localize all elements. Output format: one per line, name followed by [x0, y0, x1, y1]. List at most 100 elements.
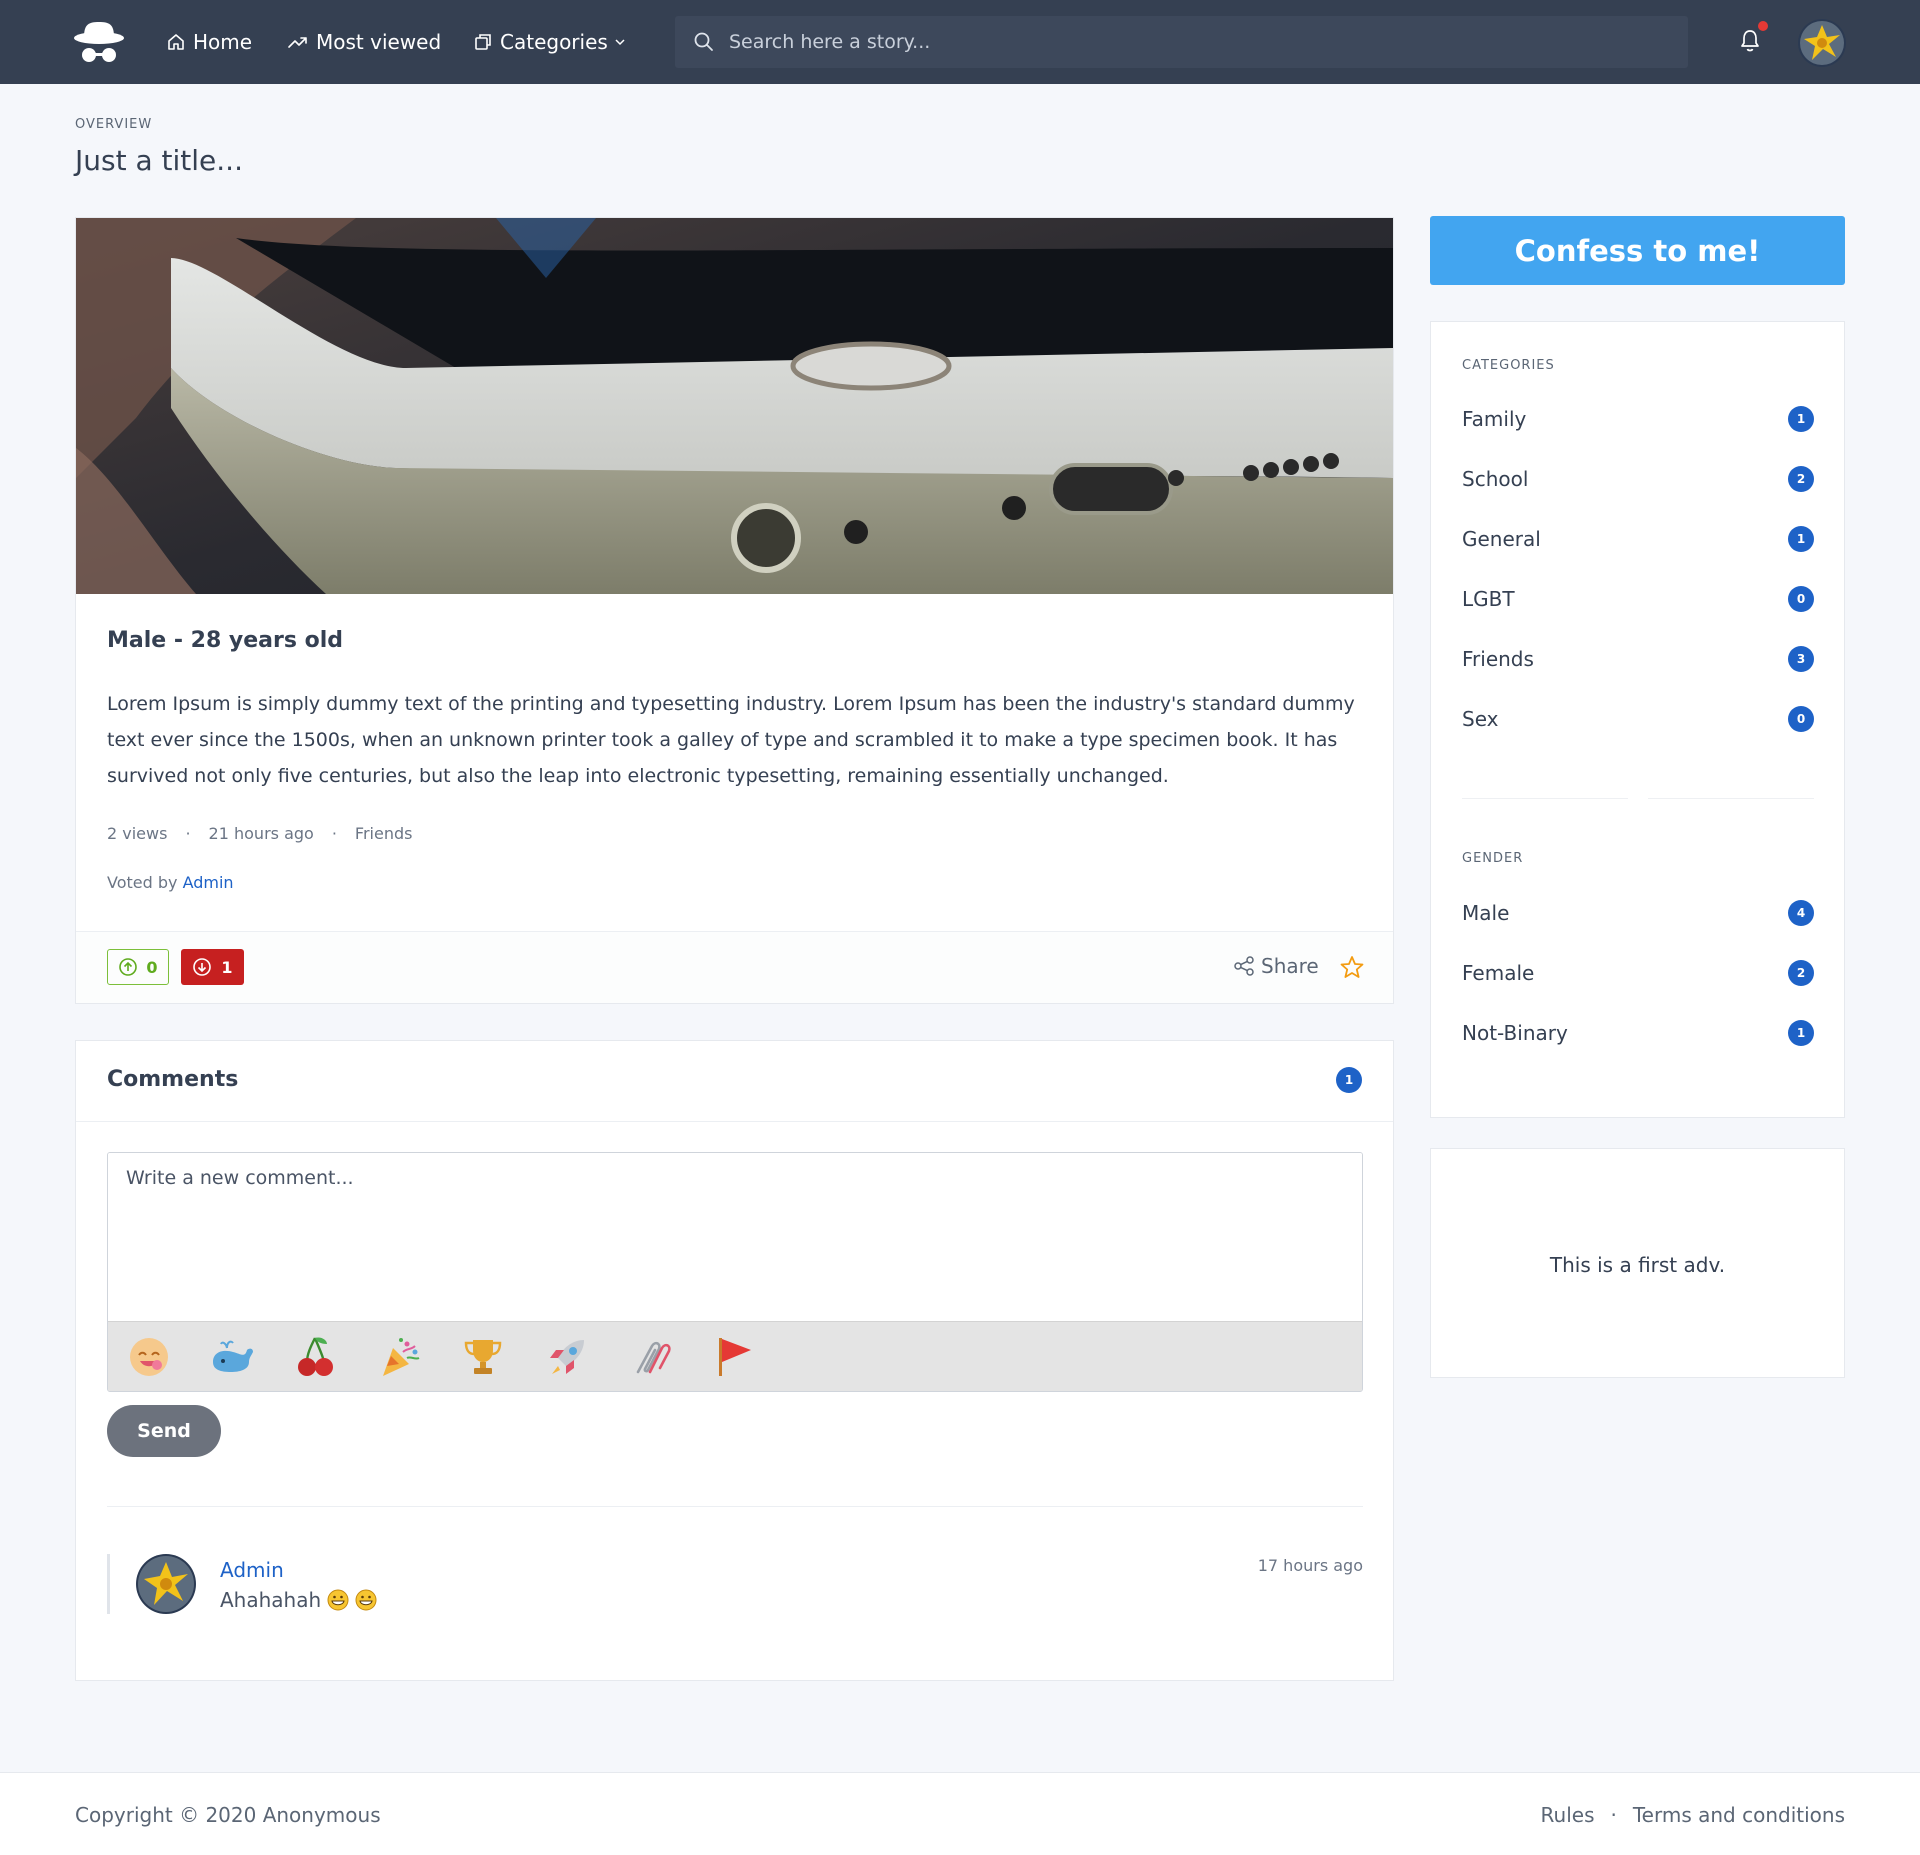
comment-textarea[interactable] [108, 1153, 1362, 1321]
divider [1648, 798, 1814, 799]
confess-button[interactable]: Confess to me! [1430, 216, 1845, 285]
upvote-button[interactable]: 0 [107, 949, 169, 985]
category-name: School [1462, 467, 1529, 491]
gender-name: Not-Binary [1462, 1021, 1568, 1045]
voted-by-user-link[interactable]: Admin [183, 873, 234, 892]
comment-body: Ahahahah [220, 1588, 322, 1612]
grinning-face-icon [355, 1589, 377, 1611]
arrow-down-circle-icon [193, 958, 212, 976]
gender-heading: GENDER [1462, 851, 1524, 866]
story-meta: 2 views · 21 hours ago · Friends [107, 824, 412, 843]
story-heading: Male - 28 years old [107, 628, 344, 653]
sidebar-category-general[interactable]: General 1 [1462, 526, 1814, 552]
story-image [76, 218, 1393, 594]
nav-most-viewed-label: Most viewed [316, 30, 442, 54]
notification-dot [1758, 21, 1768, 31]
chevron-down-icon [615, 39, 625, 46]
category-count-badge: 0 [1788, 706, 1814, 732]
footer-links: Rules · Terms and conditions [1541, 1803, 1845, 1827]
footer-terms-link[interactable]: Terms and conditions [1633, 1803, 1845, 1827]
sidebar-gender-female[interactable]: Female 2 [1462, 960, 1814, 986]
gender-count-badge: 4 [1788, 900, 1814, 926]
category-count-badge: 3 [1788, 646, 1814, 672]
story-time: 21 hours ago [208, 824, 314, 843]
voted-by-label: Voted by [107, 873, 178, 892]
comment-author-link[interactable]: Admin [220, 1558, 284, 1582]
categories-heading: CATEGORIES [1462, 358, 1555, 373]
voted-by: Voted by Admin [107, 873, 234, 892]
paperclip-icon[interactable] [628, 1334, 674, 1380]
sidebar-category-sex[interactable]: Sex 0 [1462, 706, 1814, 732]
emoji-picker-bar [108, 1321, 1362, 1391]
comments-card: Comments 1 Write a new comment... Send A… [75, 1040, 1394, 1681]
sidebar-category-family[interactable]: Family 1 [1462, 406, 1814, 432]
sidebar-category-lgbt[interactable]: LGBT 0 [1462, 586, 1814, 612]
send-comment-button[interactable]: Send [107, 1405, 221, 1457]
comment-item: Admin Ahahahah 17 hours ago [107, 1554, 1363, 1614]
trophy-icon[interactable] [460, 1334, 506, 1380]
grinning-face-icon [327, 1589, 349, 1611]
page-footer: Copyright © 2020 Anonymous Rules · Terms… [0, 1772, 1920, 1855]
nav-home-label: Home [193, 30, 253, 54]
comment-composer [107, 1152, 1363, 1392]
page-title: Just a title... [75, 144, 243, 177]
comments-title: Comments [107, 1067, 239, 1092]
nav-categories-dropdown[interactable]: Categories [473, 0, 627, 84]
copyright-text: Copyright © 2020 Anonymous [75, 1803, 381, 1827]
incognito-logo-icon[interactable] [73, 20, 125, 64]
cherries-icon[interactable] [293, 1334, 339, 1380]
category-name: Friends [1462, 647, 1534, 671]
meta-separator: · [185, 824, 191, 843]
sidebar-category-school[interactable]: School 2 [1462, 466, 1814, 492]
category-name: LGBT [1462, 587, 1515, 611]
rocket-icon[interactable] [544, 1334, 590, 1380]
story-category[interactable]: Friends [355, 824, 413, 843]
category-name: General [1462, 527, 1541, 551]
gender-count-badge: 2 [1788, 960, 1814, 986]
comment-time: 17 hours ago [1257, 1556, 1363, 1575]
category-name: Sex [1462, 707, 1499, 731]
flag-icon[interactable] [711, 1334, 757, 1380]
footer-separator: · [1610, 1803, 1617, 1827]
search-input[interactable] [729, 31, 1629, 53]
comment-text: Ahahahah [220, 1588, 377, 1612]
story-card: Male - 28 years old Lorem Ipsum is simpl… [75, 217, 1394, 1004]
category-count-badge: 1 [1788, 526, 1814, 552]
nav-categories-label: Categories [500, 30, 608, 54]
divider [107, 1506, 1363, 1507]
favorite-star-icon[interactable] [1339, 954, 1365, 984]
arrow-up-circle-icon [119, 958, 138, 976]
smile-icon[interactable] [126, 1334, 172, 1380]
share-label: Share [1261, 954, 1319, 978]
sidebar-gender-not-binary[interactable]: Not-Binary 1 [1462, 1020, 1814, 1046]
meta-separator: · [331, 824, 337, 843]
sidebar-gender-male[interactable]: Male 4 [1462, 900, 1814, 926]
comments-count-badge: 1 [1336, 1067, 1362, 1093]
footer-rules-link[interactable]: Rules [1541, 1803, 1595, 1827]
upvote-count: 0 [146, 957, 158, 977]
search-icon [694, 32, 713, 51]
party-popper-icon[interactable] [377, 1334, 423, 1380]
user-avatar[interactable] [1798, 19, 1846, 67]
advertisement-text: This is a first adv. [1549, 1253, 1726, 1277]
category-count-badge: 1 [1788, 406, 1814, 432]
story-body: Lorem Ipsum is simply dummy text of the … [107, 693, 1355, 787]
notifications-bell-icon[interactable] [1738, 28, 1762, 54]
comment-author-avatar[interactable] [136, 1554, 196, 1614]
whale-icon[interactable] [209, 1334, 255, 1380]
divider [1462, 798, 1628, 799]
search-bar[interactable] [675, 16, 1688, 68]
category-count-badge: 0 [1788, 586, 1814, 612]
downvote-button[interactable]: 1 [181, 949, 244, 985]
downvote-count: 1 [221, 957, 233, 977]
sidebar-filters-card: CATEGORIES Family 1 School 2 General 1 L… [1430, 321, 1845, 1118]
story-views: 2 views [107, 824, 168, 843]
sidebar-category-friends[interactable]: Friends 3 [1462, 646, 1814, 672]
nav-most-viewed-link[interactable]: Most viewed [287, 0, 441, 84]
nav-home-link[interactable]: Home [166, 0, 252, 84]
advertisement-card[interactable]: This is a first adv. [1430, 1148, 1845, 1378]
copy-icon [475, 34, 491, 50]
page-overline: OVERVIEW [75, 117, 153, 132]
share-button[interactable]: Share [1233, 954, 1319, 978]
gender-name: Female [1462, 961, 1535, 985]
